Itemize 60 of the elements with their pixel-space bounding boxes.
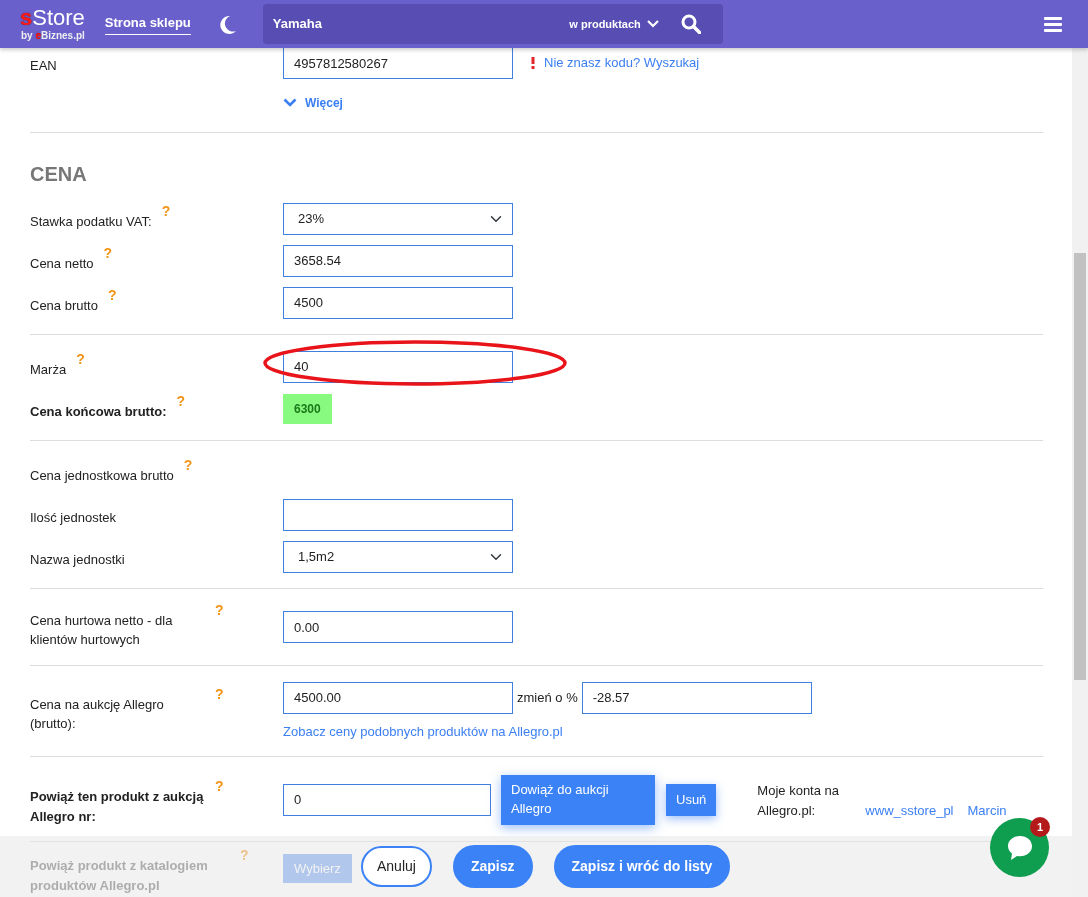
input-field[interactable]: 40 (283, 350, 513, 383)
account-link[interactable]: Marcin (967, 802, 1007, 818)
account-link[interactable]: www_sstore_pl (865, 802, 954, 818)
input-field[interactable]: -28.57 (581, 681, 812, 714)
help-icon[interactable]: ? (76, 351, 85, 366)
allegro-button[interactable]: Dowiąż do aukcji Allegro (501, 774, 655, 825)
input-field[interactable]: 4500.00 (283, 681, 513, 714)
help-icon[interactable]: ? (183, 457, 193, 472)
search-code-link[interactable]: Nie znasz kodu? Wyszukaj (544, 53, 700, 73)
accounts-label: Moje konta na Allegro.pl: (757, 782, 841, 820)
input-field[interactable]: 0 (283, 783, 491, 816)
field-label: Cena hurtowa netto - dla klientów hurtowych (30, 611, 174, 649)
save-button[interactable]: Zapisz i wróć do listy (553, 845, 731, 888)
field-label: Powiąż produkt z katalogiem produktów Allegro.pl (30, 857, 209, 895)
more-toggle[interactable]: Więcej (283, 93, 343, 112)
help-icon[interactable]: ? (107, 287, 117, 302)
input-field[interactable]: 0.00 (283, 611, 513, 643)
notification-badge: 1 (1030, 817, 1050, 837)
field-label: Cena jednostkowa brutto (30, 466, 174, 485)
field-label: Cena końcowa brutto: (30, 402, 167, 421)
shop-link[interactable]: Strona sklepu (104, 12, 191, 36)
field-label: Marża (30, 360, 67, 379)
help-icon[interactable]: ? (161, 203, 171, 218)
search-icon[interactable] (680, 14, 701, 34)
help-icon[interactable]: ? (176, 393, 186, 408)
field-label: EAN (30, 57, 57, 76)
logo[interactable]: sStore (20, 7, 85, 29)
field-label: Cena na aukcję Allegro (brutto): (30, 695, 165, 734)
field-label: Nazwa jednostki (30, 550, 125, 569)
byline: by eBiznes.pl (20, 31, 85, 41)
scope-dropdown[interactable]: w produktach (569, 15, 641, 33)
chevron-down-icon[interactable] (646, 20, 659, 28)
search-field[interactable]: Yamaha w produktach (262, 4, 723, 44)
select-field[interactable]: 23% (283, 202, 513, 235)
field-label: Cena brutto (30, 296, 98, 315)
help-icon[interactable]: ? (215, 602, 224, 617)
input-field[interactable]: 4500 (283, 286, 513, 319)
select-field[interactable]: 1,5m2 (283, 540, 513, 573)
help-icon[interactable]: ? (215, 779, 224, 793)
field-label: Ilość jednostek (30, 508, 116, 527)
change-percent-label: zmień o % (517, 688, 578, 707)
field-label: Powiąż ten produkt z aukcją Allegro nr: (30, 788, 205, 826)
alert-icon (531, 57, 535, 69)
allegro-prices-link[interactable]: Zobacz ceny podobnych produktów na Allegro.pl (283, 721, 812, 741)
scrollbar-thumb[interactable] (1074, 253, 1086, 680)
input-field[interactable] (283, 498, 513, 531)
help-icon[interactable]: ? (103, 245, 113, 260)
field-label: Stawka podatku VAT: (30, 212, 152, 231)
field-label: Cena netto (30, 254, 94, 273)
scrollbar[interactable] (1072, 48, 1088, 897)
cancel-button[interactable]: Anuluj (361, 846, 432, 887)
chevron-down-icon (283, 98, 297, 107)
save-button[interactable]: Zapisz (452, 845, 533, 888)
input-field[interactable]: 4957812580267 (283, 47, 513, 79)
section-title: CENA (30, 161, 88, 187)
final-price-value: 6300 (283, 393, 332, 424)
allegro-button[interactable]: Usuń (666, 783, 717, 816)
help-icon[interactable]: ? (215, 686, 224, 701)
menu-icon[interactable] (1044, 16, 1062, 32)
input-field[interactable]: 3658.54 (283, 244, 513, 277)
